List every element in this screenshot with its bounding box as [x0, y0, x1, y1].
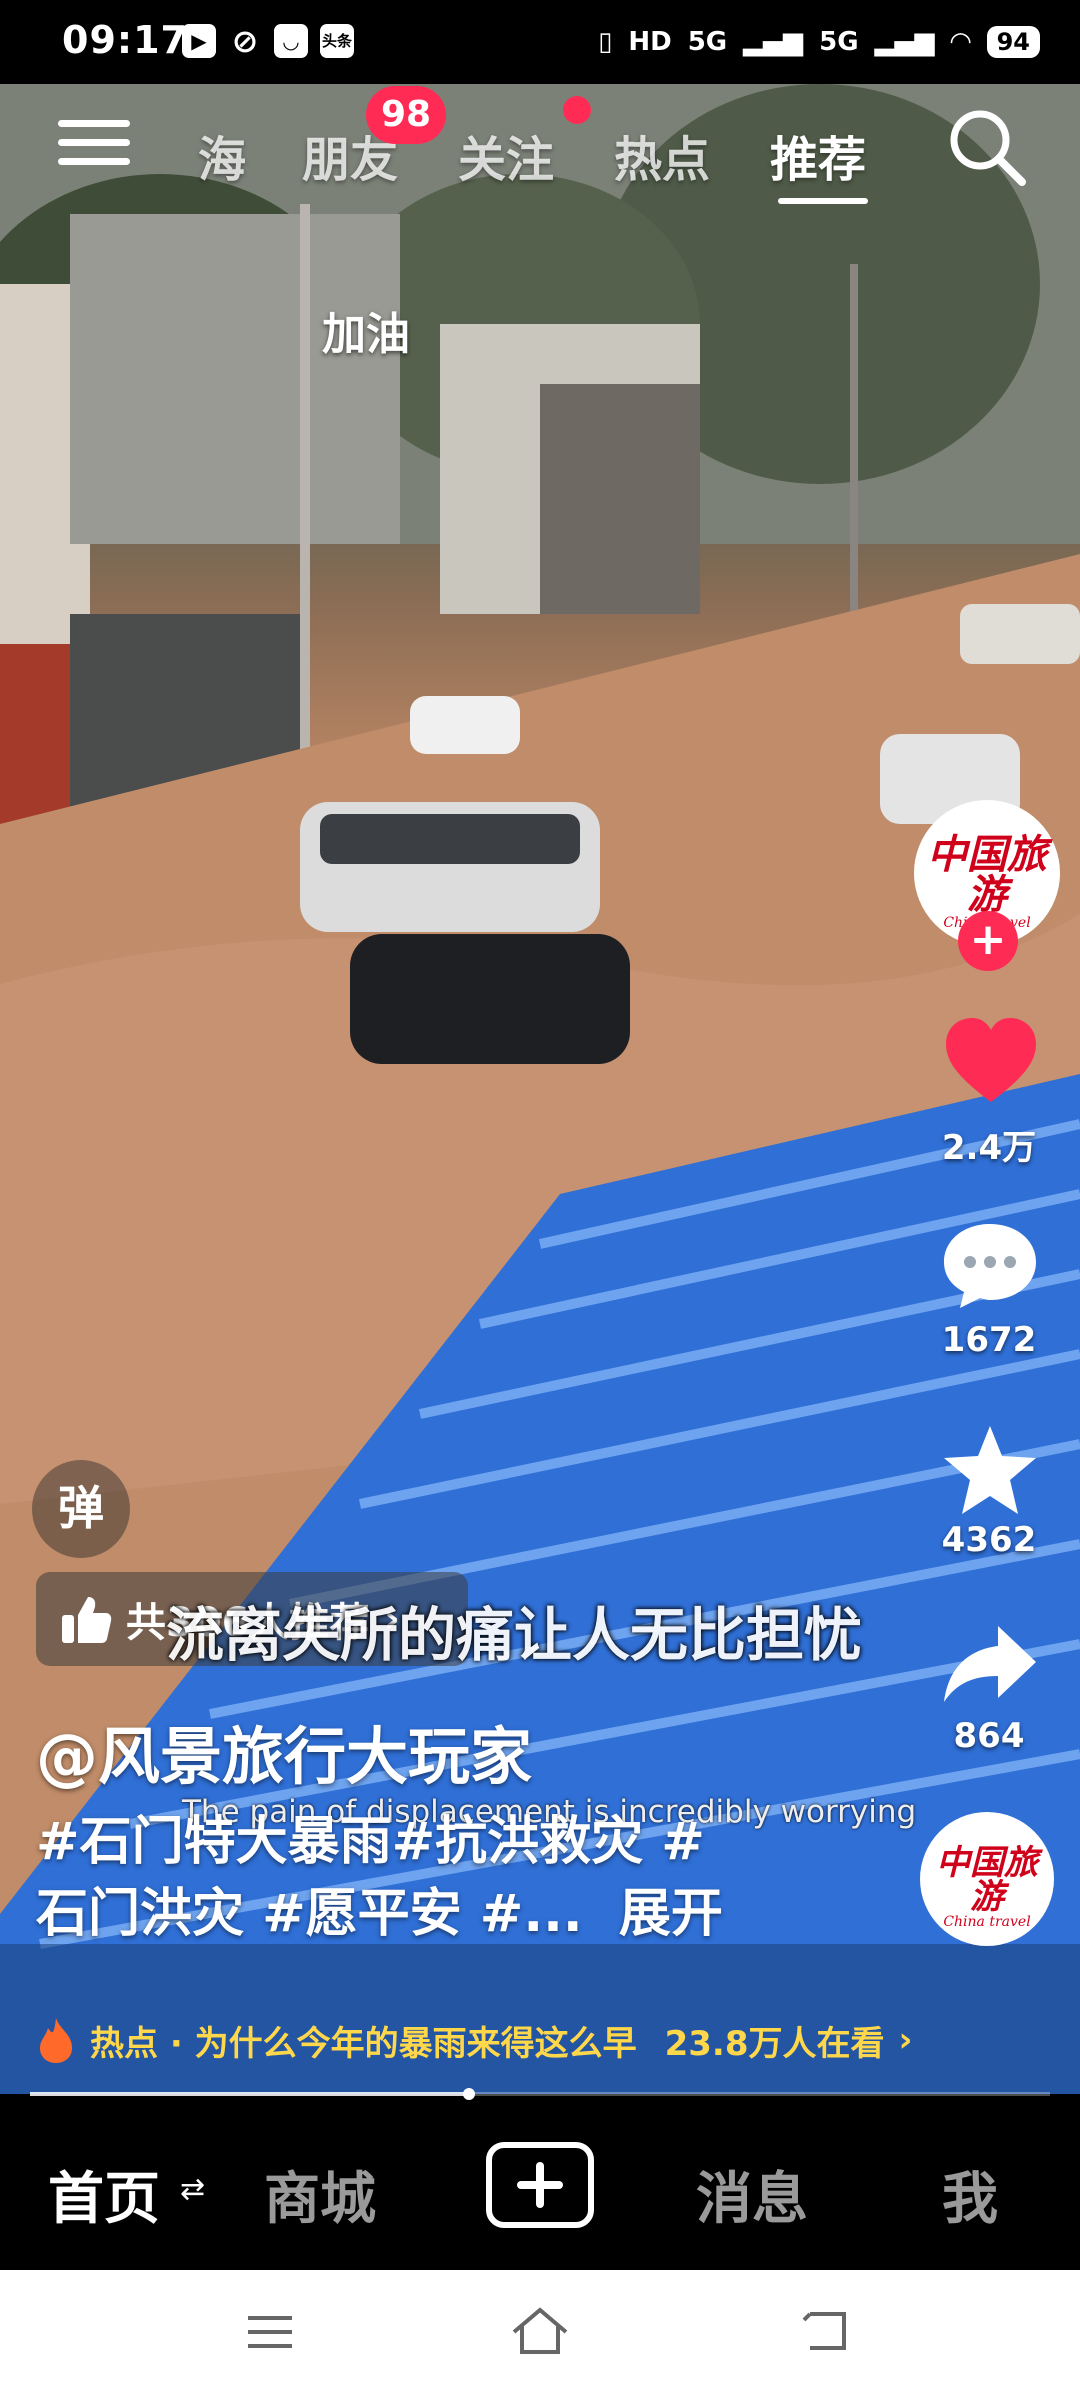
recent-apps-icon[interactable] [246, 2312, 294, 2352]
tab-sea[interactable]: 海 [198, 120, 246, 190]
wifi-icon: ◠ [950, 27, 971, 57]
status-time: 09:17 [62, 18, 188, 62]
tab-home[interactable]: 首页 [48, 2154, 160, 2235]
author-name[interactable]: @风景旅行大玩家 [36, 1706, 532, 1796]
like-count: 2.4万 [941, 1128, 1037, 1168]
hot-topic-bar[interactable]: 热点 · 为什么今年的暴雨来得这么早 23.8万人在看 › [0, 2000, 1080, 2080]
comment-count: 1672 [941, 1320, 1037, 1360]
chevron-right-icon: › [898, 2020, 913, 2060]
menu-icon[interactable] [58, 120, 130, 178]
message-icon: ◡ [274, 24, 308, 58]
search-icon[interactable] [946, 106, 1028, 188]
tab-me[interactable]: 我 [942, 2154, 998, 2235]
share-count: 864 [953, 1716, 1025, 1756]
switch-icon[interactable]: ⇄ [180, 2172, 205, 2207]
music-disc-logo-en: China travel [943, 1914, 1031, 1930]
share-icon[interactable] [940, 1622, 1040, 1706]
play-icon: ▶ [182, 24, 216, 58]
tab-messages[interactable]: 消息 [696, 2154, 808, 2235]
comment-icon[interactable] [940, 1220, 1040, 1312]
hd-icon: HD [628, 27, 672, 57]
hot-topic-viewers: 23.8万人在看 [664, 2023, 885, 2064]
back-icon[interactable] [800, 2308, 850, 2354]
progress-thumb[interactable] [462, 2088, 475, 2100]
caption-line-1: #石门特大暴雨#抗洪救灾 # [36, 1812, 705, 1872]
danmaku-comment: 加油 [322, 309, 410, 360]
signal-5g-icon-2: 5G [819, 27, 859, 57]
tab-mall[interactable]: 商城 [264, 2154, 376, 2235]
system-nav-bar [0, 2270, 1080, 2400]
expand-link[interactable]: 展开 [619, 1884, 723, 1944]
signal-bars-icon: ▂▄▆ [743, 27, 804, 57]
following-dot-badge [563, 96, 591, 124]
signal-bars-icon-2: ▂▄▆ [874, 27, 935, 57]
music-disc-logo-cn: 中国旅游 [936, 1843, 1038, 1917]
status-right: ▯ HD 5G ▂▄▆ 5G ▂▄▆ ◠ 94 [598, 20, 1040, 64]
battery-icon: 94 [986, 26, 1040, 58]
progress-fill [30, 2092, 469, 2096]
post-caption[interactable]: #石门特大暴雨#抗洪救灾 # 石门洪灾 #愿平安 #... 展开 [36, 1806, 876, 1950]
favorite-count: 4362 [941, 1520, 1037, 1560]
toutiao-icon: 头条 [320, 24, 354, 58]
caption-line-2: 石门洪灾 #愿平安 #... [36, 1884, 583, 1944]
tab-following[interactable]: 关注 [458, 120, 554, 190]
fire-icon [40, 2018, 72, 2063]
avatar-logo-cn: 中国旅游 [927, 831, 1047, 918]
subtitle-cn: 流离失所的痛让人无比担忧 [166, 1601, 863, 1669]
vibrate-icon: ▯ [598, 27, 613, 57]
active-tab-indicator [778, 198, 868, 204]
leaf-app-icon: ⊘ [231, 22, 259, 60]
favorite-icon[interactable] [940, 1422, 1040, 1518]
plus-icon [517, 2162, 563, 2208]
home-icon[interactable] [510, 2306, 570, 2356]
create-button[interactable] [486, 2142, 594, 2228]
signal-5g-icon: 5G [687, 27, 728, 57]
hot-topic-text: 热点 · 为什么今年的暴雨来得这么早 [90, 2023, 637, 2064]
friends-badge: 98 [366, 86, 446, 144]
tab-hot[interactable]: 热点 [614, 120, 710, 190]
like-icon[interactable] [942, 1016, 1040, 1106]
danmaku-toggle-button[interactable]: 弹 [32, 1460, 130, 1558]
tab-recommend[interactable]: 推荐 [770, 120, 866, 190]
follow-plus-button[interactable]: + [958, 911, 1018, 971]
thumbs-up-icon [62, 1597, 112, 1643]
music-disc[interactable]: 中国旅游 China travel [920, 1812, 1054, 1946]
